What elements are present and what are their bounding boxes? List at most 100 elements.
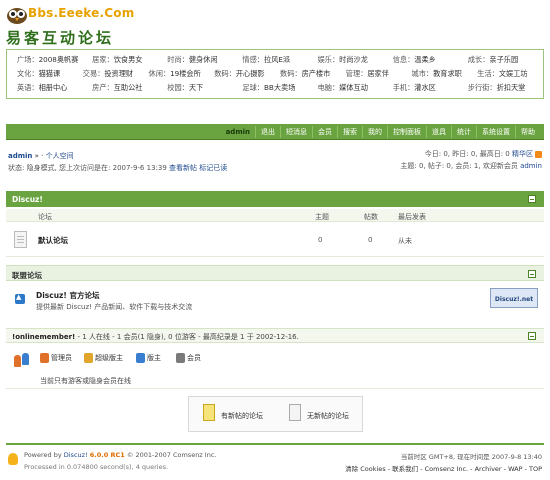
directory-value[interactable]: 房产楼市 — [302, 69, 331, 78]
directory-value[interactable]: 饮食男女 — [114, 55, 143, 64]
directory-category: 情感： — [242, 55, 264, 64]
admin-icon — [40, 353, 49, 363]
directory-link[interactable]: 英语：相册中心 — [17, 83, 92, 97]
directory-value[interactable]: 相册中心 — [39, 83, 68, 92]
nav-item[interactable]: 短消息 — [280, 125, 312, 138]
online-note: 当前只有游客或隐身会员在线 — [40, 377, 131, 385]
directory-category: 电脑： — [317, 83, 340, 92]
directory-link[interactable]: 情感：拉风E派 — [242, 55, 317, 69]
directory-value[interactable]: 健身休闲 — [189, 55, 218, 64]
directory-link[interactable]: 管理：居家伴 — [346, 69, 412, 83]
directory-link[interactable]: 城市：教育求职 — [412, 69, 478, 83]
powered-by: Powered by Discuz! 6.0.0 RC1 © 2001-2007… — [24, 451, 217, 459]
directory-link[interactable]: 生活：文娱工坊 — [477, 69, 543, 83]
collapse-toggle-icon[interactable] — [528, 195, 536, 203]
nav-item[interactable]: 我的 — [362, 125, 387, 138]
directory-link[interactable]: 房产：互助公社 — [92, 83, 167, 97]
nav-item[interactable]: 搜索 — [337, 125, 362, 138]
forum-last-post: 从未 — [398, 237, 412, 245]
directory-value[interactable]: 猫猫课 — [39, 69, 61, 78]
nav-item[interactable]: 道具 — [426, 125, 451, 138]
breadcrumb-page-link[interactable]: 个人空间 — [46, 152, 74, 160]
digest-link[interactable]: 精华区 — [512, 150, 533, 158]
league-forum-link[interactable]: Discuz! 官方论坛 — [36, 290, 99, 301]
directory-value[interactable]: 时尚沙龙 — [339, 55, 368, 64]
directory-link[interactable]: 文化：猫猫课 — [17, 69, 83, 83]
directory-link[interactable]: 数码：开心摄影 — [214, 69, 280, 83]
nav-item[interactable]: 帮助 — [515, 125, 540, 138]
site-logo[interactable]: Bbs.Eeeke.Com 易客互动论坛 — [6, 4, 134, 47]
directory-value[interactable]: 2008奥帆赛 — [39, 55, 79, 64]
directory-value[interactable]: BB大卖场 — [264, 83, 295, 92]
mark-read-link[interactable]: 标记已读 — [199, 164, 227, 172]
directory-link[interactable]: 时尚：健身休闲 — [167, 55, 242, 69]
logo-text-cn: 易客互动论坛 — [6, 29, 115, 47]
directory-value[interactable]: 文娱工坊 — [499, 69, 528, 78]
directory-link[interactable]: 手机：灌水区 — [393, 83, 468, 97]
rss-icon[interactable] — [535, 150, 542, 158]
directory-category: 时尚： — [167, 55, 189, 64]
col-posts: 帖数 — [364, 213, 378, 221]
forum-name-link[interactable]: 默认论坛 — [38, 235, 68, 246]
discuz-link[interactable]: Discuz! — [64, 451, 88, 459]
collapse-toggle-icon[interactable] — [528, 332, 536, 340]
new-posts-icon — [203, 404, 215, 421]
directory-link[interactable]: 居家：饮食男女 — [92, 55, 167, 69]
discuz-banner-link[interactable]: Discuz!.net — [490, 288, 538, 308]
directory-link[interactable]: 广场：2008奥帆赛 — [17, 55, 92, 69]
directory-value[interactable]: 教育求职 — [433, 69, 462, 78]
directory-link[interactable]: 休闲：19楼会所 — [149, 69, 215, 83]
directory-link[interactable]: 娱乐：时尚沙龙 — [318, 55, 393, 69]
directory-value[interactable]: 19楼会所 — [170, 69, 201, 78]
forum-section-title[interactable]: Discuz! — [12, 195, 43, 204]
logo-text-en: Bbs.Eeeke.Com — [28, 6, 135, 20]
directory-value[interactable]: 拉风E派 — [264, 55, 290, 64]
nav-item[interactable]: 会员 — [312, 125, 337, 138]
league-section-title[interactable]: 联盟论坛 — [12, 271, 42, 280]
breadcrumb-user-link[interactable]: admin — [8, 152, 32, 160]
directory-link[interactable]: 足球：BB大卖场 — [242, 83, 317, 97]
collapse-toggle-icon[interactable] — [528, 270, 536, 278]
status-text: 状态: 隐身模式, 您上次访问是在: 2007-9-6 13:39 — [8, 164, 167, 172]
directory-value[interactable]: 开心摄影 — [236, 69, 265, 78]
forum-posts-count: 0 — [368, 236, 373, 244]
nav-item[interactable]: 系统设置 — [476, 125, 515, 138]
directory-value[interactable]: 温柔乡 — [414, 55, 436, 64]
directory-category: 步行街： — [467, 83, 497, 92]
directory-link[interactable]: 数码：房产楼市 — [280, 69, 346, 83]
directory-value[interactable]: 投资理财 — [104, 69, 133, 78]
directory-link[interactable]: 电脑：媒体互动 — [318, 83, 393, 97]
directory-link[interactable]: 交易：投资理财 — [83, 69, 149, 83]
current-time: 当前时区 GMT+8, 现在时间是 2007-9-8 13:40 — [400, 453, 542, 461]
directory-link[interactable]: 成长：亲子乐园 — [468, 55, 543, 69]
view-new-posts-link[interactable]: 查看新帖 — [169, 164, 197, 172]
directory-value[interactable]: 灌水区 — [414, 83, 436, 92]
footer-links[interactable]: 清除 Cookies - 联系我们 - Comsenz Inc. - Archi… — [345, 463, 542, 473]
directory-category: 广场： — [17, 55, 39, 64]
new-member-link[interactable]: admin — [520, 162, 542, 170]
nav-item[interactable]: admin — [221, 126, 255, 138]
online-members-link[interactable]: !onlinemember! — [12, 333, 75, 341]
directory-category: 交易： — [82, 69, 105, 78]
directory-category: 文化： — [17, 69, 39, 78]
directory-value[interactable]: 折扣天堂 — [497, 83, 526, 92]
directory-link[interactable]: 步行街：折扣天堂 — [468, 83, 543, 97]
directory-category: 房产： — [92, 83, 114, 92]
online-legend: 管理员 超级版主 版主 会员 当前只有游客或隐身会员在线 — [6, 349, 544, 389]
directory-category: 成长： — [467, 55, 490, 64]
directory-value[interactable]: 互助公社 — [114, 83, 143, 92]
nav-item[interactable]: 控制面板 — [387, 125, 426, 138]
directory-category: 休闲： — [148, 69, 171, 78]
directory-link[interactable]: 信息：温柔乡 — [393, 55, 468, 69]
directory-value[interactable]: 媒体互动 — [339, 83, 368, 92]
nav-item[interactable]: 退出 — [255, 125, 280, 138]
forum-topics-count: 0 — [318, 236, 323, 244]
directory-value[interactable]: 亲子乐园 — [489, 55, 518, 64]
directory-category: 娱乐： — [317, 55, 340, 64]
directory-value[interactable]: 居家伴 — [367, 69, 389, 78]
legend-admin: 管理员 — [40, 353, 72, 363]
nav-item[interactable]: 统计 — [451, 125, 476, 138]
legend-super-mod: 超级版主 — [84, 353, 123, 363]
directory-value[interactable]: 天下 — [189, 83, 203, 92]
directory-link[interactable]: 校园：天下 — [167, 83, 242, 97]
